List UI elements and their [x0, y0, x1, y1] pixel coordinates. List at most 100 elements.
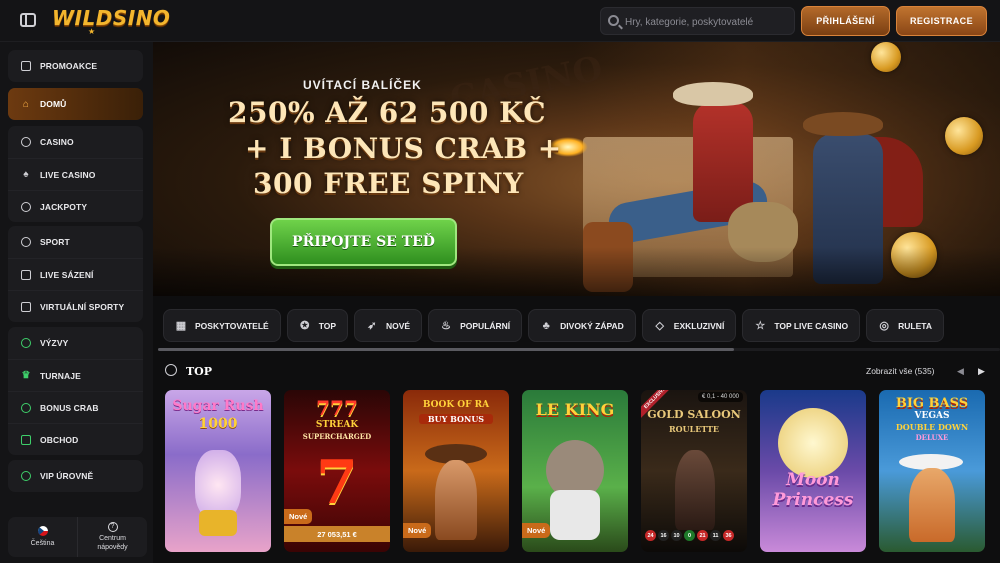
game-title-sub: VEGAS — [914, 411, 950, 421]
logo-star-icon: ★ — [88, 27, 96, 36]
sidebar-toggle-icon[interactable] — [20, 13, 36, 27]
tab-top[interactable]: ✪ TOP — [286, 309, 349, 342]
game-tile-gold-saloon-roulette[interactable]: EXCLUSIVE € 0,1 - 40 000 GOLD SALOON ROU… — [641, 390, 747, 552]
hero-kicker: UVÍTACÍ BALÍČEK — [303, 78, 422, 92]
tab-roulette[interactable]: ◎ RULETA — [866, 309, 944, 342]
sidebar-item-home[interactable]: ⌂ DOMŮ — [8, 88, 143, 120]
game-tile-book-of-ra[interactable]: BOOK OF RA BUY BONUS Nové — [403, 390, 509, 552]
sidebar-item-live-casino[interactable]: ♠ LIVE CASINO — [8, 158, 143, 190]
tab-label: DIVOKÝ ZÁPAD — [560, 320, 624, 331]
hero-headline-1: 250% AŽ 62 500 KČ — [228, 96, 546, 129]
bet-limit-badge: € 0,1 - 40 000 — [697, 392, 743, 402]
search-input[interactable] — [625, 13, 790, 31]
dealer-graphic — [675, 450, 715, 530]
search-box[interactable] — [600, 7, 795, 35]
game-title-sub: Princess — [772, 490, 854, 510]
tab-label: EXKLUZIVNÍ — [673, 320, 725, 331]
join-now-button[interactable]: PŘIPOJTE SE TEĎ — [270, 218, 457, 266]
sidebar-item-label: JACKPOTY — [40, 201, 88, 212]
help-label-line2: nápovědy — [97, 544, 128, 551]
gamepad-icon — [20, 301, 32, 313]
sidebar-item-virtual-sports[interactable]: VIRTUÁLNÍ SPORTY — [8, 290, 143, 322]
tab-wild-west[interactable]: ♣ DIVOKÝ ZÁPAD — [528, 309, 636, 342]
home-icon: ⌂ — [22, 98, 30, 110]
sidebar-item-label: BONUS CRAB — [40, 402, 99, 413]
game-title: 777 — [316, 396, 358, 420]
game-tile-moon-princess[interactable]: Moon Princess — [760, 390, 866, 552]
chip-icon — [20, 136, 32, 148]
roulette-number: 24 — [645, 530, 656, 541]
sidebar-item-challenges[interactable]: VÝZVY — [8, 327, 143, 359]
new-badge: Nové — [403, 523, 432, 538]
game-title: Moon — [786, 470, 840, 490]
roulette-number: 21 — [697, 530, 708, 541]
roulette-number: 10 — [671, 530, 682, 541]
gift-icon — [20, 60, 32, 72]
sidebar-item-shop[interactable]: OBCHOD — [8, 423, 143, 455]
sidebar-item-label: TURNAJE — [40, 370, 81, 381]
tab-providers[interactable]: ▦ POSKYTOVATELÉ — [163, 309, 281, 342]
chevron-right-icon[interactable]: ▶ — [978, 366, 985, 377]
tab-label: NOVÉ — [386, 320, 411, 331]
category-tabs: ▦ POSKYTOVATELÉ ✪ TOP ➶ NOVÉ ♨ POPULÁRNÍ… — [163, 309, 944, 343]
game-tile-big-bass-vegas[interactable]: BIG BASS VEGAS DOUBLE DOWN DELUXE — [879, 390, 985, 552]
roulette-number: 11 — [710, 530, 721, 541]
game-tile-le-king[interactable]: LE KING Nové — [522, 390, 628, 552]
sidebar-group-sport: SPORT LIVE SÁZENÍ VIRTUÁLNÍ SPORTY — [8, 226, 143, 322]
search-icon — [608, 15, 619, 26]
crab-icon — [20, 402, 32, 414]
explorer-graphic — [435, 460, 477, 540]
language-selector[interactable]: Čeština — [8, 517, 77, 557]
view-all-link[interactable]: Zobrazit vše (535) — [866, 366, 935, 376]
sidebar-item-label: CASINO — [40, 137, 74, 147]
raccoon-suit-graphic — [550, 490, 600, 540]
game-title: BOOK OF RA — [422, 400, 490, 410]
game-tile-sugar-rush[interactable]: Sugar Rush 1000 — [165, 390, 271, 552]
tab-top-live-casino[interactable]: ☆ TOP LIVE CASINO — [742, 309, 861, 342]
help-center-link[interactable]: ? Centrum nápovědy — [77, 517, 147, 557]
tab-label: TOP — [318, 320, 337, 331]
register-button[interactable]: REGISTRACE — [896, 6, 987, 36]
gold-coin-graphic — [945, 117, 983, 155]
tab-label: POSKYTOVATELÉ — [195, 320, 269, 331]
machine-base-graphic — [199, 510, 237, 536]
scrollbar-thumb[interactable] — [158, 348, 734, 351]
game-tile-777-streak[interactable]: 777 STREAK SUPERCHARGED 7 Nové 27 053,51… — [284, 390, 390, 552]
vip-icon — [20, 470, 32, 482]
cactus-icon: ♣ — [542, 319, 550, 332]
game-title: BIG BASS — [895, 396, 969, 411]
flame-icon: ♨ — [441, 320, 452, 332]
medal-icon — [165, 364, 177, 376]
sidebar-group-home: ⌂ DOMŮ — [8, 88, 143, 120]
sidebar-item-promo[interactable]: PROMOAKCE — [8, 50, 143, 82]
game-title-sub2: SUPERCHARGED — [302, 432, 372, 441]
sidebar: PROMOAKCE ⌂ DOMŮ CASINO ♠ LIVE CASINO JA… — [0, 42, 153, 563]
game-title-sub: ROULETTE — [668, 424, 720, 434]
star-icon: ☆ — [755, 320, 766, 332]
sidebar-item-bonus-crab[interactable]: BONUS CRAB — [8, 391, 143, 423]
chevron-left-icon[interactable]: ◀ — [957, 366, 964, 377]
shop-icon — [20, 434, 32, 446]
new-badge: Nové — [284, 509, 313, 524]
sidebar-item-tournaments[interactable]: ♛ TURNAJE — [8, 359, 143, 391]
hero-banner[interactable]: CASINO UVÍTACÍ BALÍČEK 250% AŽ 62 500 KČ… — [153, 42, 1000, 296]
sidebar-group-rewards: VÝZVY ♛ TURNAJE BONUS CRAB OBCHOD — [8, 327, 143, 455]
login-button[interactable]: PŘIHLÁŠENÍ — [801, 6, 890, 36]
sidebar-item-live-betting[interactable]: LIVE SÁZENÍ — [8, 258, 143, 290]
category-scrollbar[interactable] — [158, 348, 1000, 351]
tab-new[interactable]: ➶ NOVÉ — [354, 309, 423, 342]
hero-headline-3: 300 FREE SPINY — [253, 167, 524, 200]
tab-exclusive[interactable]: ◇ EXKLUZIVNÍ — [641, 309, 737, 342]
diamond-icon: ◇ — [655, 320, 665, 332]
sidebar-item-sport[interactable]: SPORT — [8, 226, 143, 258]
sidebar-item-jackpots[interactable]: JACKPOTY — [8, 190, 143, 222]
sidebar-item-vip[interactable]: VIP ÚROVNĚ — [8, 460, 143, 492]
logo[interactable]: WILDSINO — [52, 6, 170, 30]
tab-popular[interactable]: ♨ POPULÁRNÍ — [428, 309, 523, 342]
app-root: WILDSINO ★ PŘIHLÁŠENÍ REGISTRACE PROMOAK… — [0, 0, 1000, 563]
sidebar-group-promo: PROMOAKCE — [8, 50, 143, 82]
new-badge: Nové — [522, 523, 551, 538]
sidebar-item-casino[interactable]: CASINO — [8, 126, 143, 158]
tab-label: TOP LIVE CASINO — [774, 320, 849, 331]
medal-icon: ✪ — [300, 320, 310, 332]
